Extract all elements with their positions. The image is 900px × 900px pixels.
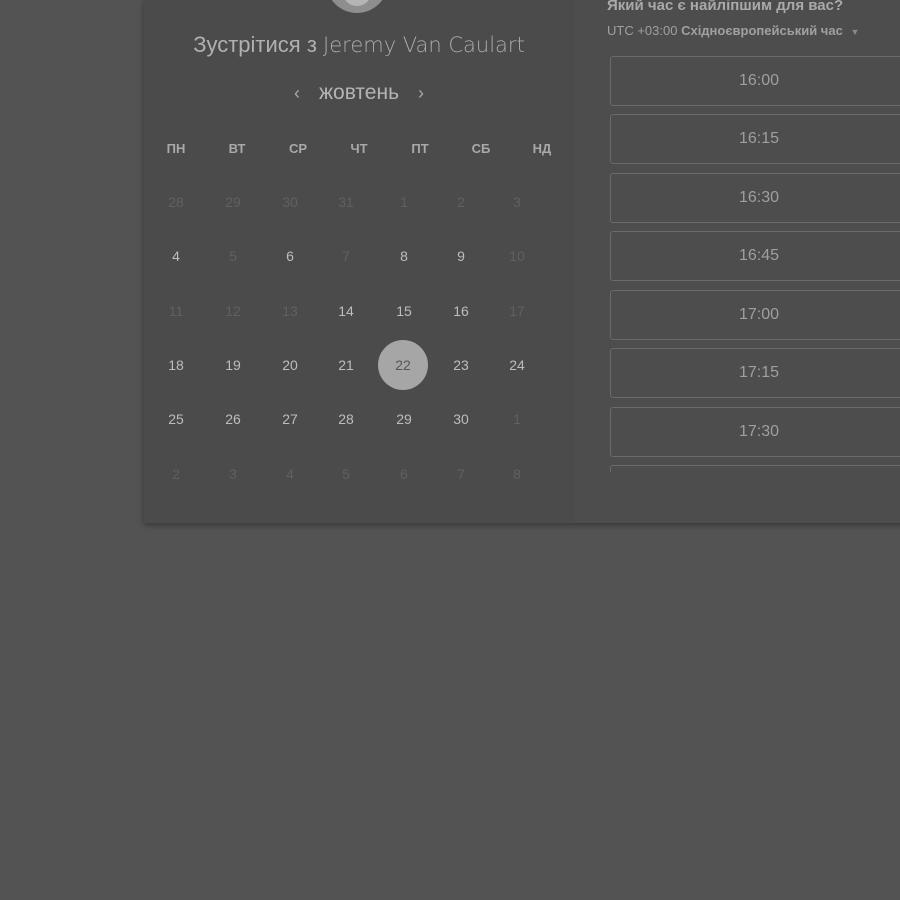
- timezone-offset: UTC +03:00: [607, 23, 678, 38]
- time-slot-button[interactable]: 16:00: [610, 56, 900, 106]
- calendar-day: 10: [509, 248, 525, 264]
- month-label: жовтень: [318, 81, 400, 104]
- calendar-day[interactable]: 19: [215, 355, 251, 375]
- calendar-day: 2: [457, 194, 465, 210]
- calendar-day: 11: [168, 303, 184, 319]
- calendar-day[interactable]: 23: [443, 355, 479, 375]
- calendar-day: 4: [286, 466, 294, 482]
- time-slot-button[interactable]: 17:30: [610, 407, 900, 457]
- calendar-day: 7: [342, 248, 350, 264]
- calendar-day: 6: [400, 466, 408, 482]
- caret-down-icon: ▼: [850, 27, 860, 37]
- calendar-day[interactable]: 25: [158, 409, 194, 429]
- calendar-day: 5: [342, 466, 350, 482]
- time-slot-button[interactable]: 16:30: [610, 173, 900, 223]
- calendar-day[interactable]: 21: [328, 355, 364, 375]
- calendar-day: 7: [457, 466, 465, 482]
- time-question: Який час є найліпшим для вас?: [607, 0, 844, 14]
- calendar-day: 31: [338, 194, 354, 210]
- calendar-day[interactable]: 4: [158, 246, 194, 266]
- time-slot-button[interactable]: 17:00: [610, 290, 900, 340]
- weekday-label: ПН: [166, 141, 186, 156]
- weekday-label: ПТ: [411, 141, 429, 156]
- calendar-day: 29: [225, 194, 241, 210]
- month-navigation: ‹ жовтень ›: [144, 81, 574, 105]
- calendar-day[interactable]: 8: [386, 246, 422, 266]
- host-name: Jeremy Van Caulart: [323, 33, 525, 57]
- weekday-label: СБ: [471, 141, 491, 156]
- calendar-day[interactable]: 16: [443, 301, 479, 321]
- calendar-day: 13: [282, 303, 298, 319]
- meeting-title-prefix: Зустрітися з: [193, 32, 317, 57]
- calendar-day[interactable]: 28: [328, 409, 364, 429]
- chevron-left-icon[interactable]: ‹: [287, 83, 307, 104]
- weekday-label: СР: [288, 141, 308, 156]
- calendar-day[interactable]: 18: [158, 355, 194, 375]
- chevron-right-icon[interactable]: ›: [411, 83, 431, 104]
- calendar-day[interactable]: 24: [499, 355, 535, 375]
- calendar-day: 8: [513, 466, 521, 482]
- calendar-day[interactable]: 20: [272, 355, 308, 375]
- meeting-title: Зустрітися з Jeremy Van Caulart: [144, 32, 574, 58]
- calendar-day: 30: [282, 194, 298, 210]
- calendar-day[interactable]: 30: [443, 409, 479, 429]
- calendar-day-selected[interactable]: 22: [378, 340, 428, 390]
- time-slot-button[interactable]: 17:15: [610, 348, 900, 398]
- time-slot-button[interactable]: 16:45: [610, 231, 900, 281]
- calendar-day[interactable]: 29: [386, 409, 422, 429]
- time-slot-button[interactable]: 16:15: [610, 114, 900, 164]
- calendar-day: 12: [225, 303, 241, 319]
- calendar-day[interactable]: 27: [272, 409, 308, 429]
- calendar-day[interactable]: 26: [215, 409, 251, 429]
- time-slot-list: 16:00 16:15 16:30 16:45 17:00 17:15 17:30: [610, 56, 900, 472]
- timezone-selector[interactable]: UTC +03:00 Східноєвропейський час ▼: [607, 23, 859, 38]
- calendar-day: 28: [168, 194, 184, 210]
- weekday-label: ВТ: [228, 141, 246, 156]
- calendar-day: 2: [172, 466, 180, 482]
- calendar-day[interactable]: 14: [328, 301, 364, 321]
- calendar-day[interactable]: 9: [443, 246, 479, 266]
- weekday-label: ЧТ: [350, 141, 368, 156]
- calendar-day[interactable]: 15: [386, 301, 422, 321]
- calendar-day: 17: [509, 303, 525, 319]
- timezone-name: Східноєвропейський час: [681, 23, 843, 38]
- calendar-day: 5: [229, 248, 237, 264]
- calendar-day: 3: [513, 194, 521, 210]
- time-slot-button[interactable]: [610, 465, 900, 472]
- weekday-label: НД: [532, 141, 552, 156]
- calendar-day[interactable]: 6: [272, 246, 308, 266]
- calendar-day: 1: [513, 411, 521, 427]
- calendar-day: 3: [229, 466, 237, 482]
- calendar-day: 1: [400, 194, 408, 210]
